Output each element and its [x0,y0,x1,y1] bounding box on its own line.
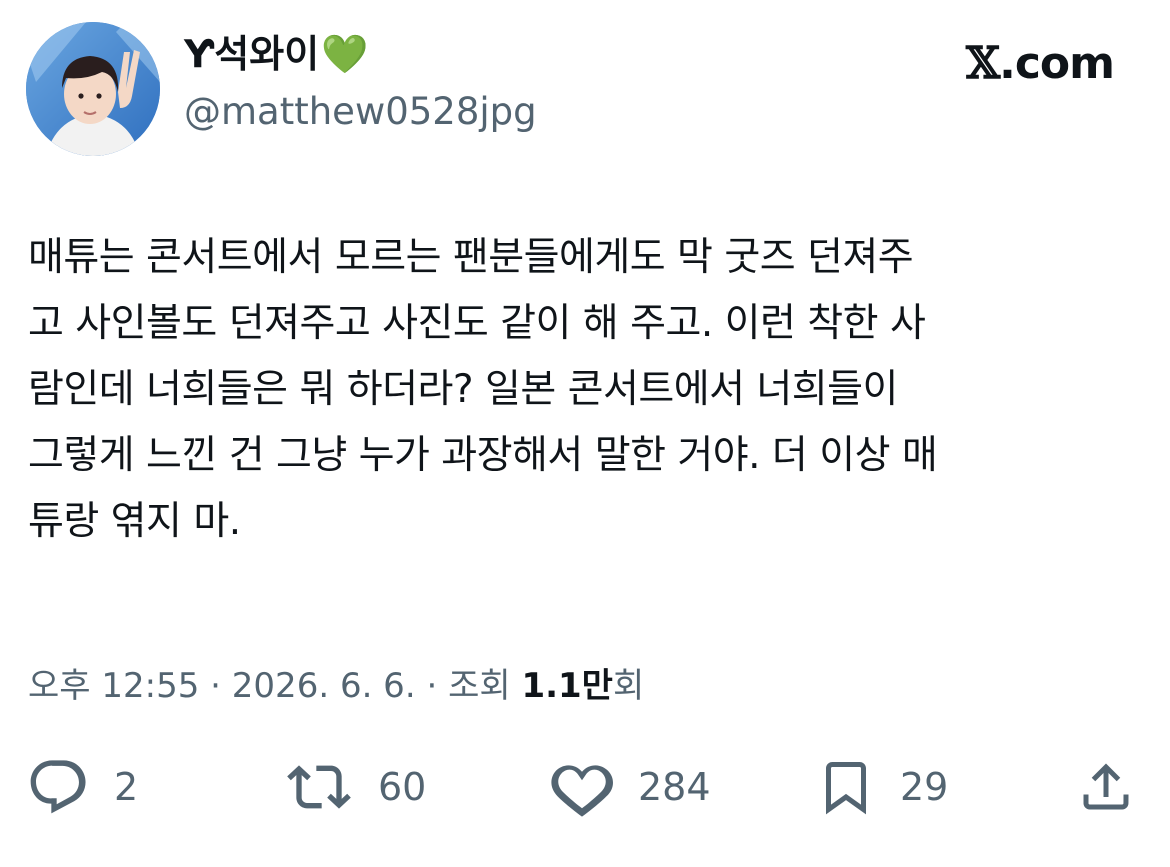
retweet-button[interactable]: 60 [284,752,426,822]
meta-separator: · [415,666,449,706]
retweet-count: 60 [378,765,427,809]
bookmark-count: 29 [900,765,949,809]
views-count: 1.1만 [521,666,613,706]
like-count: 284 [638,765,711,809]
meta-separator: · [199,666,232,706]
avatar[interactable] [26,22,160,156]
reply-icon [30,760,86,814]
like-button[interactable]: 284 [550,752,711,822]
green-heart-emoji: 💚 [321,32,369,76]
share-button[interactable] [1076,752,1136,822]
bookmark-button[interactable]: 29 [816,752,948,822]
tweet-header: Ƴ석와이💚 @matthew0528jpg 𝕏.com [26,22,1144,158]
brand-domain: .com [999,38,1115,89]
tweet-text: 매튜는 콘서트에서 모르는 팬분들에게도 막 굿즈 던져주 고 사인볼도 던져주… [28,235,938,544]
x-logo-icon: 𝕏 [965,38,1000,89]
views-label: 조회 [448,666,522,706]
brand-logo: 𝕏.com [965,38,1115,89]
tweet-meta: 오후 12:55 · 2026. 6. 6. · 조회 1.1만회 [28,658,644,707]
display-name[interactable]: Ƴ석와이💚 [184,30,537,78]
heart-icon [551,765,613,817]
reply-button[interactable]: 2 [26,752,138,822]
tweet-actions: 2 60 284 29 [26,752,1136,822]
author-names: Ƴ석와이💚 @matthew0528jpg [184,30,537,140]
tweet-time[interactable]: 오후 12:55 [28,666,199,706]
handle[interactable]: @matthew0528jpg [184,84,537,140]
retweet-icon [287,765,351,809]
share-icon [1083,763,1129,810]
display-name-text[interactable]: Ƴ석와이 [184,32,319,76]
views-suffix: 회 [612,666,645,706]
profile-photo [26,22,160,156]
bookmark-icon [826,762,866,815]
tweet-date[interactable]: 2026. 6. 6. [232,666,416,706]
reply-count: 2 [114,765,139,809]
